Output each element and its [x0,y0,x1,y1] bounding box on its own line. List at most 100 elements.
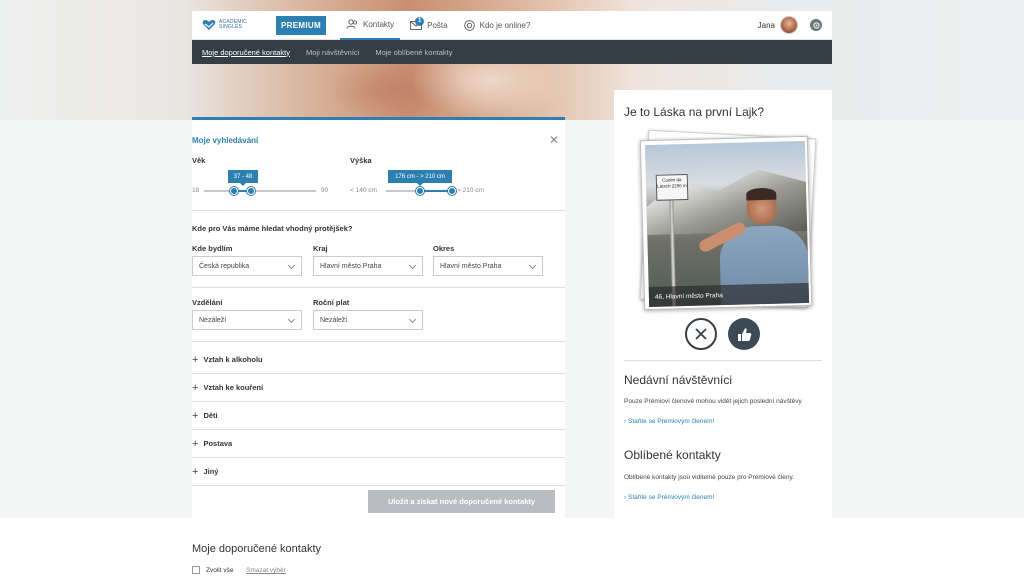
plus-icon: + [192,409,199,422]
heart-logo-icon [202,20,216,30]
favorites-title: Oblíbené kontakty [624,448,721,462]
dislike-button[interactable] [685,318,717,350]
photo-caption: 46, Hlavní město Praha [648,282,810,308]
residence-label: Kde bydlím [192,244,233,253]
income-select[interactable]: Nezáleží [313,310,423,330]
divider [192,341,565,342]
accordion-children[interactable]: + Děti [192,402,565,430]
recommended-section: Moje doporučené kontakty Zvolit vše Smaz… [0,518,1024,576]
profile-photo: Cuolm da Latsch 2296 m 46, Hlavní město … [644,140,810,308]
accordion-label: Vztah k alkoholu [203,355,263,364]
chevron-right-icon: › [624,494,627,501]
top-navigation: ACADEMIC SINGLES PREMIUM Kontakty 1 Pošt… [192,11,832,40]
accordion-label: Vztah ke kouření [203,383,264,392]
education-value: Nezáleží [199,316,227,324]
profile-photo-card[interactable]: Cuolm da Latsch 2296 m 46, Hlavní město … [638,129,817,312]
chevron-right-icon: › [624,418,627,425]
nav-contacts[interactable]: Kontakty [340,11,401,40]
users-icon [346,19,358,29]
premium-link-label: Staňte se Prémiovým členem! [627,494,715,501]
close-icon[interactable]: ✕ [549,133,559,147]
select-all-label[interactable]: Zvolit vše [206,567,233,574]
chevron-down-icon [528,261,537,270]
region-value: Hlavní město Praha [320,262,382,270]
divider [192,287,565,288]
premium-link-label: Staňte se Prémiovým členem! [627,418,715,425]
favorites-text: Oblíbené kontakty jsou viditelné pouze p… [624,474,795,481]
thumbs-up-icon [737,327,751,341]
accordion-figure[interactable]: + Postava [192,430,565,458]
subnav-visitors[interactable]: Moji návštěvníci [306,48,359,57]
accordion-smoking[interactable]: + Vztah ke kouření [192,374,565,402]
nav-contacts-label: Kontakty [363,19,395,29]
education-label: Vzdělání [192,298,223,307]
user-menu[interactable]: Jana [758,16,798,34]
right-sidebar: Je to Láska na první Lajk? Cuolm da Lats… [614,90,832,518]
select-all-checkbox[interactable] [192,566,200,574]
online-icon [463,19,475,31]
photo-card-front: Cuolm da Latsch 2296 m 46, Hlavní město … [639,135,813,311]
nav-mail[interactable]: 1 Pošta [404,11,453,40]
district-value: Hlavní město Praha [440,262,502,270]
income-value: Nezáleží [320,316,348,324]
age-slider-track[interactable] [204,190,316,192]
nav-online[interactable]: Kdo je online? [458,11,537,40]
envelope-icon: 1 [410,16,425,30]
like-game-title: Je to Láska na první Lajk? [624,105,765,119]
height-min-label: < 140 cm [350,187,377,194]
subnav-favorites[interactable]: Moje oblíbené kontakty [375,48,452,57]
mail-count-badge: 1 [415,16,425,26]
clear-selection-link[interactable]: Smazat výběr [246,567,286,574]
gear-icon[interactable] [810,19,822,31]
age-max-label: 90 [321,187,329,194]
region-select[interactable]: Hlavní město Praha [313,256,423,276]
accordion-label: Jiný [203,467,219,476]
residence-value: Česká republika [199,262,250,270]
save-search-button[interactable]: Uložit a získat nové doporučené kontakty [368,490,555,513]
search-panel: Moje vyhledávání ✕ Věk 37 - 48 18 90 Výš… [192,117,565,518]
plus-icon: + [192,465,199,478]
avatar[interactable] [780,16,798,34]
chevron-down-icon [408,261,417,270]
residence-select[interactable]: Česká republika [192,256,302,276]
accordion-other[interactable]: + Jiný [192,458,565,486]
age-min-label: 18 [192,187,200,194]
logo[interactable]: ACADEMIC SINGLES [202,19,264,31]
education-select[interactable]: Nezáleží [192,310,302,330]
district-select[interactable]: Hlavní město Praha [433,256,543,276]
district-label: Okres [433,244,455,253]
recommended-title: Moje doporučené kontakty [192,543,322,555]
accordion-alcohol[interactable]: + Vztah k alkoholu [192,346,565,374]
nav-online-label: Kdo je online? [479,20,531,30]
sub-navigation: Moje doporučené kontakty Moji návštěvníc… [192,40,832,64]
subnav-recommended[interactable]: Moje doporučené kontakty [202,48,290,57]
income-label: Roční plat [313,298,350,307]
favorites-premium-link[interactable]: › Staňte se Prémiovým členem! [624,494,714,501]
user-name: Jana [757,20,775,30]
recent-visitors-title: Nedávní návštěvníci [624,373,733,387]
divider [624,360,822,361]
location-question: Kde pro Vás máme hledat vhodný protějšek… [192,224,353,233]
height-slider-min-handle[interactable] [415,187,424,195]
region-label: Kraj [313,244,328,253]
height-label: Výška [350,156,372,165]
age-slider-max-handle[interactable] [246,187,255,195]
plus-icon: + [192,381,199,394]
age-range-tooltip: 37 - 48 [228,170,258,186]
recent-visitors-premium-link[interactable]: › Staňte se Prémiovým členem! [624,418,714,425]
nav-mail-label: Pošta [427,20,448,30]
age-label: Věk [192,156,206,165]
height-max-label: > 210 cm [457,187,484,194]
premium-button[interactable]: PREMIUM [276,15,326,35]
photo-sign: Cuolm da Latsch 2296 m [655,173,689,201]
height-slider-max-handle[interactable] [448,187,456,195]
chevron-down-icon [287,261,296,270]
plus-icon: + [192,437,199,450]
age-slider-min-handle[interactable] [229,187,238,195]
divider [192,210,565,211]
close-icon [695,328,707,340]
chevron-down-icon [287,315,296,324]
like-button[interactable] [728,318,760,350]
accordion-label: Postava [203,439,233,448]
chevron-down-icon [408,315,417,324]
